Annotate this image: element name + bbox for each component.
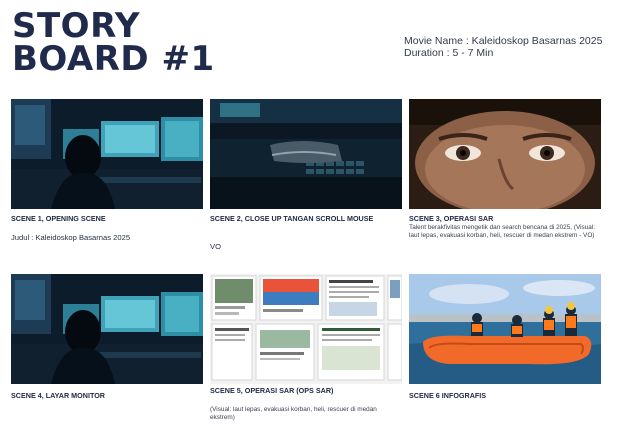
title-line-2: BOARD #1: [12, 39, 215, 79]
scene-3-description: Talent berakfivitas mengetik dan search …: [409, 224, 596, 239]
storyboard-title: STORY BOARD #1: [12, 9, 215, 79]
scene-4-caption: SCENE 4, LAYAR MONITOR: [11, 391, 105, 400]
scene-3-image: [409, 99, 601, 209]
scene-5-description: (Visual: laut lepas, evakuasi korban, he…: [210, 406, 377, 421]
scene-5-image: [210, 274, 402, 384]
scene-4-image: [11, 274, 203, 384]
scene-6-caption: SCENE 6 INFOGRAFIS: [409, 391, 487, 400]
scene-5-caption: SCENE 5, OPERASI SAR (OPS SAR): [210, 386, 334, 395]
scene-2-image: [210, 99, 402, 209]
scene-2-description: VO: [210, 242, 221, 251]
movie-duration: Duration : 5 - 7 Min: [404, 47, 494, 59]
scene-1-caption: SCENE 1, OPENING SCENE: [11, 214, 106, 223]
scene-1-description: Judul : Kaleidoskop Basarnas 2025: [11, 233, 131, 242]
movie-name: Movie Name : Kaleidoskop Basarnas 2025: [404, 35, 603, 47]
scene-1-image: [11, 99, 203, 209]
scene-3-caption: SCENE 3, OPERASI SAR: [409, 214, 494, 223]
scene-6-image: [409, 274, 601, 384]
movie-meta: Movie Name : Kaleidoskop Basarnas 2025 D…: [404, 35, 602, 59]
scene-2-caption: SCENE 2, CLOSE UP TANGAN SCROLL MOUSE: [210, 214, 374, 223]
